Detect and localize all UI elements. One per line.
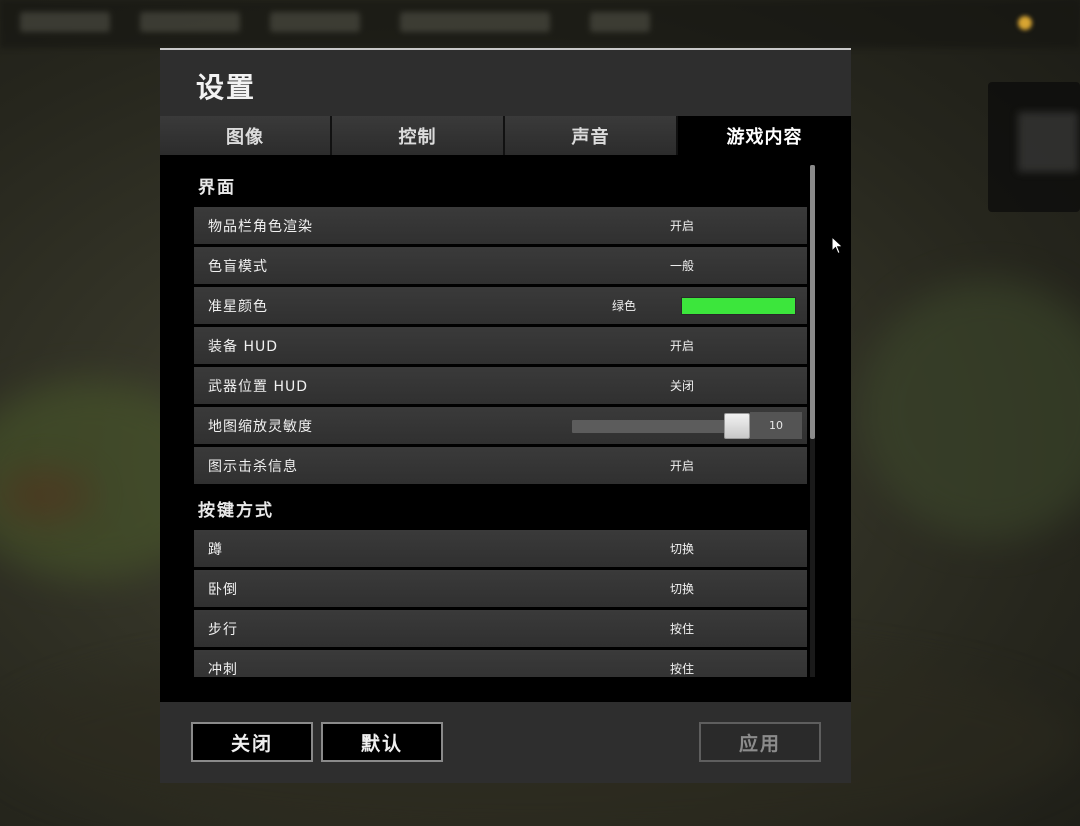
tab-controls[interactable]: 控制: [332, 116, 505, 155]
default-button[interactable]: 默认: [321, 722, 443, 762]
setting-label: 蹲: [208, 541, 223, 558]
dialog-footer: 关闭 默认 应用: [160, 702, 851, 783]
dialog-title: 设置: [196, 71, 257, 104]
map-zoom-value[interactable]: 10: [750, 412, 802, 439]
setting-value[interactable]: 切换: [670, 580, 694, 597]
background-indicator-icon: [1018, 16, 1032, 30]
setting-row-equipment-hud[interactable]: 装备 HUD 开启: [194, 327, 807, 364]
setting-row-walk[interactable]: 步行 按住: [194, 610, 807, 647]
setting-row-colorblind[interactable]: 色盲模式 一般: [194, 247, 807, 284]
setting-label: 准星颜色: [208, 298, 268, 315]
apply-button[interactable]: 应用: [699, 722, 821, 762]
setting-value[interactable]: 开启: [670, 457, 694, 474]
setting-label: 卧倒: [208, 581, 238, 598]
mouse-cursor-icon: [831, 236, 844, 255]
crosshair-color-name: 绿色: [612, 299, 637, 313]
tab-audio[interactable]: 声音: [505, 116, 678, 155]
tab-gameplay[interactable]: 游戏内容: [678, 116, 851, 155]
background-foliage: [860, 280, 1080, 540]
setting-label: 武器位置 HUD: [208, 378, 309, 395]
section-title-interface: 界面: [198, 178, 236, 198]
crosshair-color-swatch[interactable]: [681, 297, 796, 315]
setting-label: 步行: [208, 621, 238, 638]
settings-tabs: 图像 控制 声音 游戏内容: [160, 116, 851, 155]
scrollbar-thumb[interactable]: [810, 165, 815, 439]
setting-value[interactable]: 一般: [670, 257, 694, 274]
setting-row-weapon-hud[interactable]: 武器位置 HUD 关闭: [194, 367, 807, 404]
setting-label: 图示击杀信息: [208, 458, 298, 475]
setting-value[interactable]: 开启: [670, 337, 694, 354]
settings-content: 界面 物品栏角色渲染 开启 色盲模式 一般 准星颜色 绿色 装备 HUD 开启 …: [160, 155, 851, 677]
map-zoom-slider-thumb[interactable]: [724, 413, 750, 439]
setting-row-crouch[interactable]: 蹲 切换: [194, 530, 807, 567]
background-hud-bar: [0, 0, 1080, 48]
setting-row-prone[interactable]: 卧倒 切换: [194, 570, 807, 607]
setting-row-sprint[interactable]: 冲刺 按住: [194, 650, 807, 677]
setting-value[interactable]: 开启: [670, 217, 694, 234]
setting-value[interactable]: 按住: [670, 620, 694, 637]
setting-row-inventory-render[interactable]: 物品栏角色渲染 开启: [194, 207, 807, 244]
background-object: [0, 470, 90, 520]
map-zoom-slider-track[interactable]: [572, 420, 730, 433]
setting-label: 冲刺: [208, 661, 238, 678]
close-button[interactable]: 关闭: [191, 722, 313, 762]
setting-row-crosshair-color[interactable]: 准星颜色 绿色: [194, 287, 807, 324]
setting-label: 地图缩放灵敏度: [208, 418, 313, 435]
setting-row-map-zoom: 地图缩放灵敏度 10: [194, 407, 807, 444]
setting-label: 色盲模式: [208, 258, 268, 275]
dialog-header: 设置: [160, 48, 851, 116]
setting-label: 装备 HUD: [208, 338, 279, 355]
setting-value[interactable]: 按住: [670, 660, 694, 677]
settings-dialog: 设置 图像 控制 声音 游戏内容 界面 物品栏角色渲染 开启 色盲模式 一般 准…: [160, 48, 851, 783]
setting-row-kill-feed[interactable]: 图示击杀信息 开启: [194, 447, 807, 484]
setting-value[interactable]: 切换: [670, 540, 694, 557]
tab-graphics[interactable]: 图像: [160, 116, 332, 155]
setting-label: 物品栏角色渲染: [208, 218, 313, 235]
setting-value[interactable]: 关闭: [670, 377, 694, 394]
section-title-keybinds: 按键方式: [198, 501, 274, 521]
background-hud-panel: [988, 82, 1080, 212]
